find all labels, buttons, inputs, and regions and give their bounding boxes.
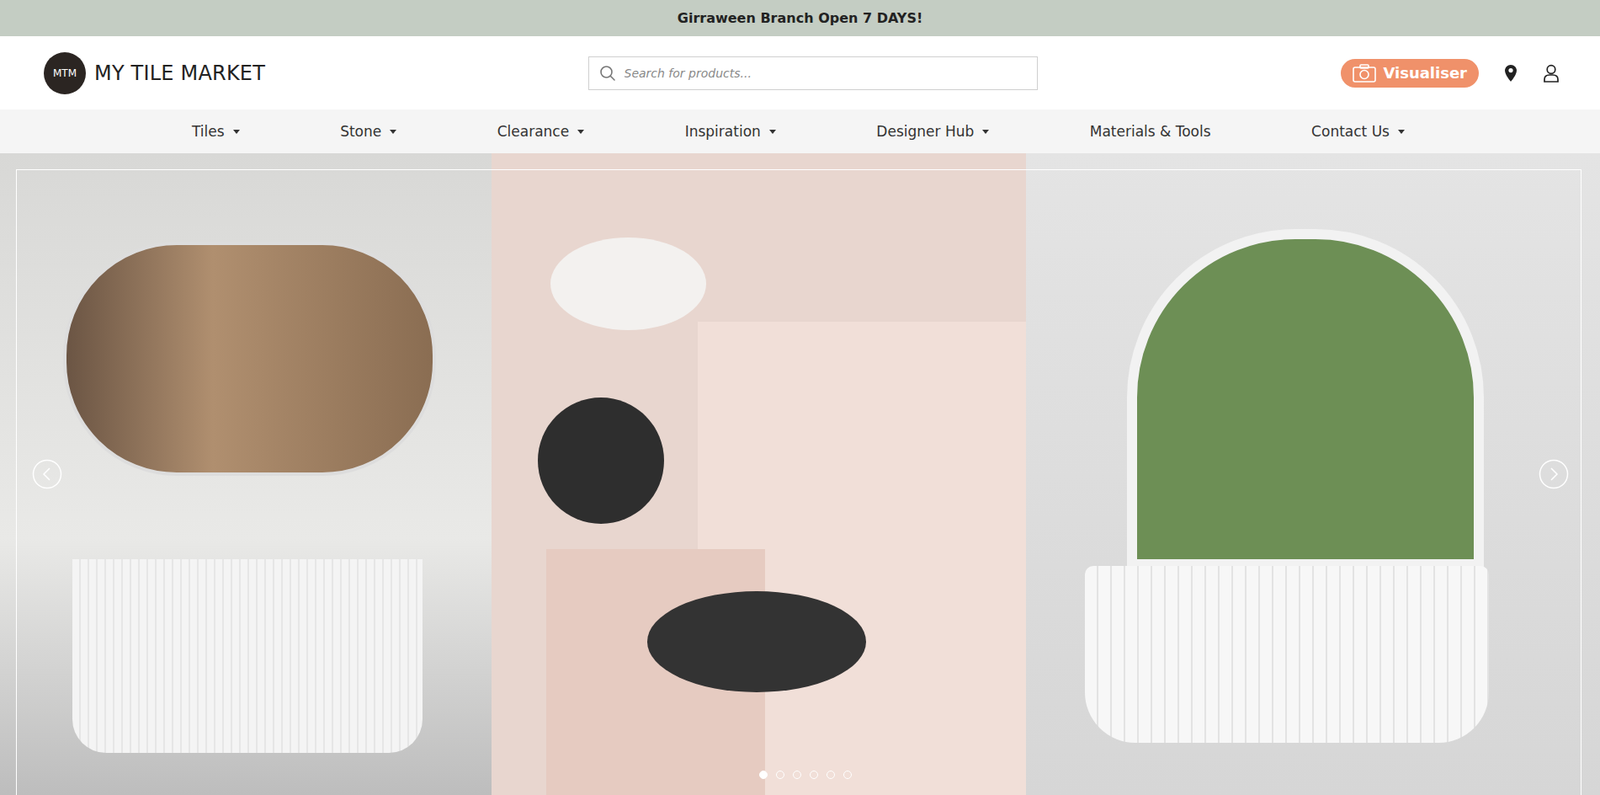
dropdown-caret-icon [233, 129, 240, 134]
main-nav: Tiles Stone Clearance Inspiration Design… [0, 109, 1600, 154]
logo-name: MY TILE MARKET [94, 61, 266, 86]
basin-shape [550, 237, 707, 330]
hero-carousel [0, 153, 1600, 795]
nav-item[interactable]: Materials & Tools [1089, 122, 1212, 140]
dropdown-caret-icon [577, 129, 585, 134]
prev-slide-button[interactable] [31, 458, 63, 490]
next-slide-button[interactable] [1538, 458, 1569, 490]
slide-frame [15, 169, 1582, 795]
user-icon[interactable] [1542, 63, 1560, 83]
nav-item[interactable]: Designer Hub [876, 122, 989, 140]
dropdown-caret-icon [769, 129, 777, 134]
search-icon [599, 64, 617, 82]
basin-shape [537, 397, 665, 524]
search-field[interactable]: Search for products... [588, 56, 1038, 91]
nav-item[interactable]: Contact Us [1311, 122, 1405, 140]
nav-item[interactable]: Clearance [497, 122, 585, 140]
nav-label: Materials & Tools [1089, 122, 1212, 140]
nav-label: Designer Hub [876, 122, 974, 140]
carousel-dot[interactable] [776, 770, 785, 779]
logo-badge: MTM [43, 52, 86, 95]
chevron-right-icon [1538, 458, 1569, 490]
slide-image-vanity [0, 153, 492, 795]
window-shape [1126, 228, 1484, 569]
nav-label: Clearance [497, 122, 569, 140]
location-pin-icon[interactable] [1504, 63, 1518, 83]
nav-item[interactable]: Stone [340, 122, 397, 140]
announcement-text: Girraween Branch Open 7 DAYS! [677, 10, 923, 27]
bath-shape [1084, 565, 1489, 743]
announcement-bar: Girraween Branch Open 7 DAYS! [0, 0, 1600, 37]
nav-item[interactable]: Inspiration [685, 122, 777, 140]
nav-label: Inspiration [685, 122, 761, 140]
dropdown-caret-icon [389, 129, 397, 134]
nav-label: Stone [340, 122, 382, 140]
header: MTM MY TILE MARKET Search for products..… [0, 36, 1600, 110]
dropdown-caret-icon [1398, 129, 1405, 134]
logo[interactable]: MTM MY TILE MARKET [43, 52, 567, 95]
chevron-left-icon [31, 458, 63, 490]
mirror-shape [63, 241, 436, 476]
nav-label: Tiles [191, 122, 225, 140]
vanity-shape [72, 558, 423, 753]
carousel-dots [0, 770, 1600, 779]
camera-icon [1352, 63, 1377, 83]
nav-item[interactable]: Tiles [191, 122, 240, 140]
visualiser-button[interactable]: Visualiser [1340, 58, 1479, 88]
carousel-dot[interactable] [826, 770, 835, 779]
nav-label: Contact Us [1311, 122, 1390, 140]
carousel-dot[interactable] [843, 770, 852, 779]
carousel-dot[interactable] [759, 770, 768, 779]
search-placeholder: Search for products... [624, 66, 752, 80]
dropdown-caret-icon [982, 129, 989, 134]
page: Girraween Branch Open 7 DAYS! MTM MY TIL… [0, 0, 1600, 795]
basin-shape [647, 590, 867, 692]
header-actions: Visualiser [1037, 58, 1561, 88]
slide-image-basins [491, 153, 1026, 795]
carousel-dot[interactable] [792, 770, 802, 779]
carousel-dot[interactable] [809, 770, 819, 779]
visualiser-label: Visualiser [1382, 63, 1468, 82]
slide-image-bath [1025, 153, 1600, 795]
